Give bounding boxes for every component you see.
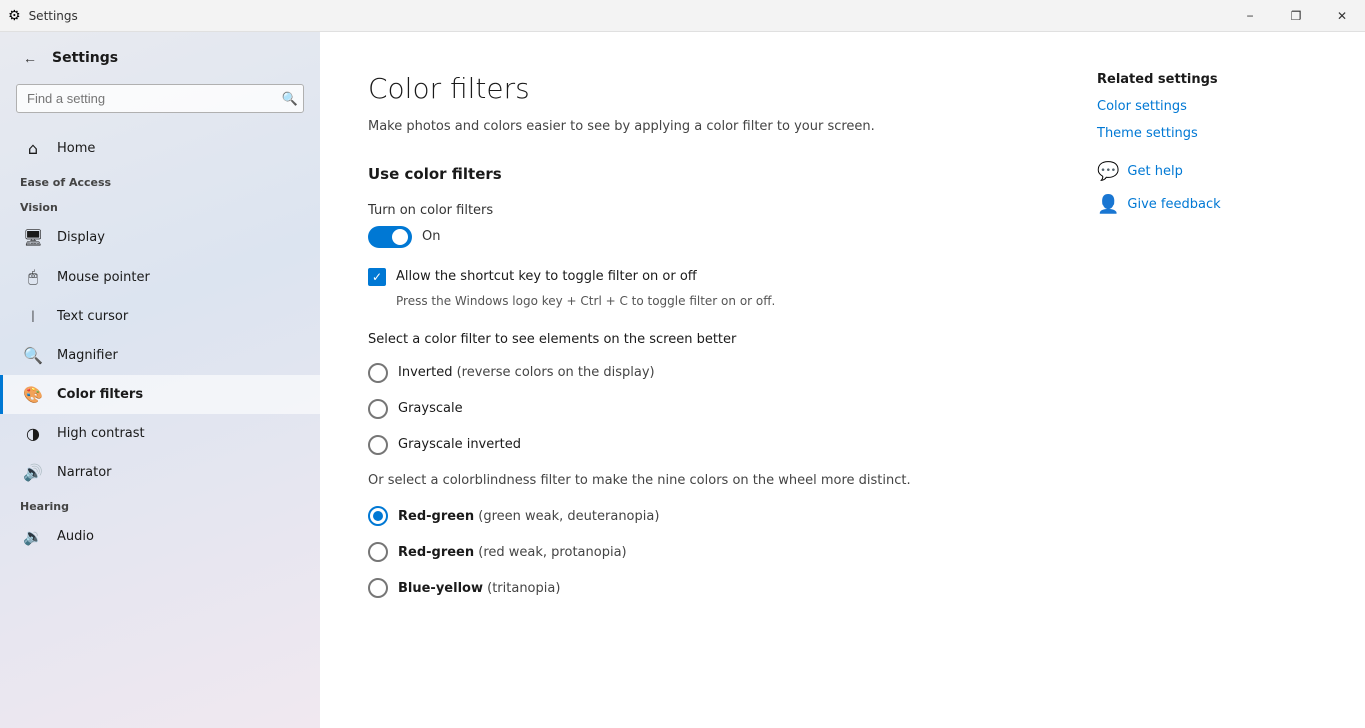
radio-grayscale[interactable]: Grayscale <box>368 399 1057 419</box>
shortcut-checkbox-row: ✓ Allow the shortcut key to toggle filte… <box>368 268 1057 286</box>
maximize-button[interactable]: ❐ <box>1273 0 1319 32</box>
audio-icon: 🔉 <box>23 527 43 546</box>
give-feedback-icon: 👤 <box>1097 194 1119 215</box>
titlebar-title: Settings <box>29 9 78 23</box>
sidebar-item-home[interactable]: ⌂ Home <box>0 129 320 168</box>
radio-blue-yellow-label: Blue-yellow (tritanopia) <box>398 581 560 596</box>
theme-settings-link[interactable]: Theme settings <box>1097 126 1317 141</box>
radio-red-green-strong-button[interactable] <box>368 542 388 562</box>
colorblind-desc: Or select a colorblindness filter to mak… <box>368 471 1057 491</box>
checkbox-label: Allow the shortcut key to toggle filter … <box>396 269 697 284</box>
display-icon: 🖥 <box>23 228 43 247</box>
toggle-state-label: On <box>422 229 440 244</box>
sidebar-item-audio[interactable]: 🔉 Audio <box>0 517 320 556</box>
sidebar-text-cursor-label: Text cursor <box>57 309 128 324</box>
sidebar-item-text-cursor[interactable]: I Text cursor <box>0 297 320 336</box>
content-area: Color filters Make photos and colors eas… <box>320 32 1365 728</box>
radio-red-green-weak[interactable]: Red-green (green weak, deuteranopia) <box>368 506 1057 526</box>
sidebar-item-high-contrast[interactable]: ◑ High contrast <box>0 414 320 453</box>
titlebar: ⚙ Settings − ❐ ✕ <box>0 0 1365 32</box>
color-settings-link[interactable]: Color settings <box>1097 99 1317 114</box>
sidebar-item-display[interactable]: 🖥 Display <box>0 218 320 257</box>
sidebar-item-magnifier[interactable]: 🔍 Magnifier <box>0 336 320 375</box>
sidebar-color-filters-label: Color filters <box>57 387 143 402</box>
page-desc: Make photos and colors easier to see by … <box>368 117 1057 137</box>
radio-red-green-weak-label: Red-green (green weak, deuteranopia) <box>398 509 659 524</box>
page-title: Color filters <box>368 72 1057 105</box>
sidebar-display-label: Display <box>57 230 105 245</box>
radio-red-green-weak-button[interactable] <box>368 506 388 526</box>
search-icon[interactable]: 🔍 <box>282 91 298 107</box>
get-help-action[interactable]: 💬 Get help <box>1097 161 1317 182</box>
radio-red-green-strong[interactable]: Red-green (red weak, protanopia) <box>368 542 1057 562</box>
radio-red-green-strong-label: Red-green (red weak, protanopia) <box>398 545 627 560</box>
sidebar-app-title: Settings <box>52 50 118 66</box>
radio-inverted-button[interactable] <box>368 363 388 383</box>
section-title: Use color filters <box>368 165 1057 183</box>
sidebar-hearing-label: Hearing <box>0 492 320 517</box>
high-contrast-icon: ◑ <box>23 424 43 443</box>
related-title: Related settings <box>1097 72 1317 87</box>
toggle-knob <box>392 229 408 245</box>
color-filters-toggle[interactable] <box>368 226 412 248</box>
filter-select-label: Select a color filter to see elements on… <box>368 332 1057 347</box>
radio-selected-dot <box>373 511 383 521</box>
app-body: ← Settings 🔍 ⌂ Home Ease of Access Visio… <box>0 32 1365 728</box>
radio-grayscale-inverted-button[interactable] <box>368 435 388 455</box>
sidebar-audio-label: Audio <box>57 529 94 544</box>
sidebar-item-home-label: Home <box>57 141 95 156</box>
shortcut-checkbox[interactable]: ✓ <box>368 268 386 286</box>
toggle-row: On <box>368 226 1057 248</box>
give-feedback-action[interactable]: 👤 Give feedback <box>1097 194 1317 215</box>
checkbox-check-icon: ✓ <box>372 270 382 284</box>
narrator-icon: 🔊 <box>23 463 43 482</box>
sidebar-item-color-filters[interactable]: 🎨 Color filters <box>0 375 320 414</box>
actions-section: 💬 Get help 👤 Give feedback <box>1097 161 1317 215</box>
get-help-link[interactable]: Get help <box>1127 164 1182 179</box>
sidebar-ease-label: Ease of Access <box>0 168 320 193</box>
text-cursor-icon: I <box>23 307 43 326</box>
radio-blue-yellow-button[interactable] <box>368 578 388 598</box>
sidebar: ← Settings 🔍 ⌂ Home Ease of Access Visio… <box>0 32 320 728</box>
radio-blue-yellow[interactable]: Blue-yellow (tritanopia) <box>368 578 1057 598</box>
color-filters-icon: 🎨 <box>23 385 43 404</box>
give-feedback-link[interactable]: Give feedback <box>1127 197 1220 212</box>
minimize-button[interactable]: − <box>1227 0 1273 32</box>
search-input[interactable] <box>16 84 304 113</box>
back-button[interactable]: ← <box>16 44 44 72</box>
magnifier-icon: 🔍 <box>23 346 43 365</box>
toggle-label: Turn on color filters <box>368 199 1057 218</box>
radio-grayscale-inverted[interactable]: Grayscale inverted <box>368 435 1057 455</box>
sidebar-high-contrast-label: High contrast <box>57 426 145 441</box>
search-box: 🔍 <box>16 84 304 113</box>
sidebar-vision-label: Vision <box>0 193 320 218</box>
radio-inverted-label: Inverted (reverse colors on the display) <box>398 365 655 380</box>
radio-grayscale-label: Grayscale <box>398 401 463 416</box>
settings-icon: ⚙ <box>8 8 21 24</box>
sidebar-item-narrator[interactable]: 🔊 Narrator <box>0 453 320 492</box>
sidebar-mouse-pointer-label: Mouse pointer <box>57 270 150 285</box>
radio-inverted[interactable]: Inverted (reverse colors on the display) <box>368 363 1057 383</box>
sidebar-top: ← Settings <box>0 32 320 84</box>
mouse-pointer-icon: 🖱 <box>23 267 43 287</box>
close-button[interactable]: ✕ <box>1319 0 1365 32</box>
content-main: Color filters Make photos and colors eas… <box>368 72 1057 688</box>
radio-grayscale-inverted-label: Grayscale inverted <box>398 437 521 452</box>
sidebar-narrator-label: Narrator <box>57 465 112 480</box>
titlebar-controls: − ❐ ✕ <box>1227 0 1365 32</box>
shortcut-hint: Press the Windows logo key + Ctrl + C to… <box>396 294 1057 308</box>
sidebar-magnifier-label: Magnifier <box>57 348 118 363</box>
get-help-icon: 💬 <box>1097 161 1119 182</box>
sidebar-item-mouse-pointer[interactable]: 🖱 Mouse pointer <box>0 257 320 297</box>
home-icon: ⌂ <box>23 139 43 158</box>
radio-grayscale-button[interactable] <box>368 399 388 419</box>
related-settings-sidebar: Related settings Color settings Theme se… <box>1097 72 1317 688</box>
titlebar-left: ⚙ Settings <box>8 8 78 24</box>
